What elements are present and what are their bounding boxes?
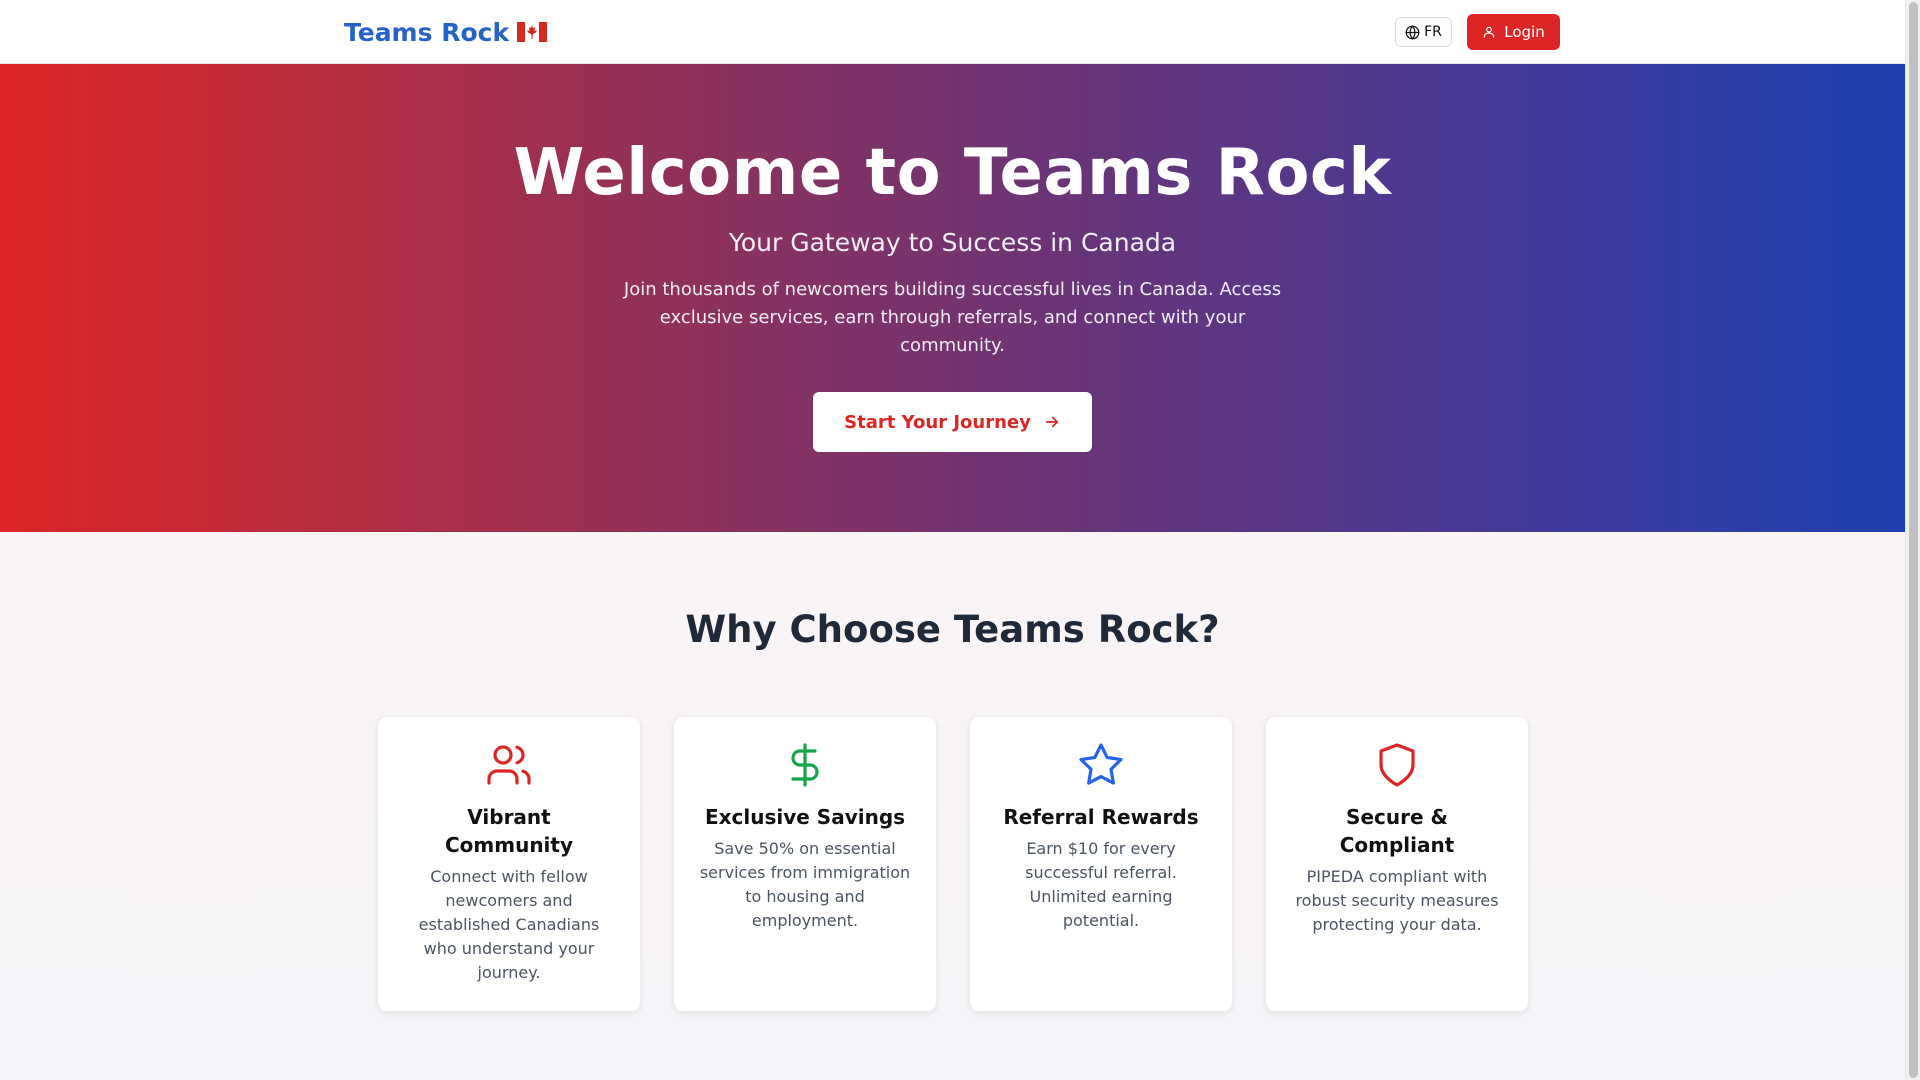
login-button[interactable]: Login [1467,14,1560,50]
scrollbar-thumb[interactable] [1909,2,1918,1078]
arrow-right-icon [1045,416,1058,428]
features-title: Why Choose Teams Rock? [685,608,1220,651]
hero-section: Welcome to Teams Rock Your Gateway to Su… [0,64,1905,532]
users-icon [487,745,531,785]
star-icon [1079,743,1123,785]
start-journey-button[interactable]: Start Your Journey [813,392,1092,452]
top-navbar: Teams Rock FR Login [0,0,1905,64]
language-toggle-button[interactable]: FR [1395,17,1452,47]
hero-title: Welcome to Teams Rock [513,136,1392,210]
hero-description: Join thousands of newcomers building suc… [623,279,1282,356]
shield-icon [1379,743,1415,787]
feature-description: Save 50% on essential services from immi… [699,839,911,930]
page: Teams Rock FR Login Welcome to Teams Roc… [0,0,1905,1080]
language-label: FR [1424,24,1442,40]
feature-title: Vibrant Community [444,805,574,857]
feature-card-community: Vibrant Community Connect with fellow ne… [377,716,641,1012]
feature-card-secure: Secure & Compliant PIPEDA compliant with… [1265,716,1529,1012]
dollar-icon [791,743,819,787]
feature-description: PIPEDA compliant with robust security me… [1295,867,1499,934]
globe-icon [1405,25,1420,39]
feature-card-savings: Exclusive Savings Save 50% on essential … [673,716,937,1012]
feature-title: Referral Rewards [1003,805,1199,829]
feature-title: Secure & Compliant [1339,805,1455,857]
feature-description: Connect with fellow newcomers and establ… [418,867,600,982]
brand-name: Teams Rock [344,17,510,47]
start-journey-label: Start Your Journey [844,411,1031,433]
feature-title: Exclusive Savings [704,805,906,829]
feature-description: Earn $10 for every successful referral. … [1025,839,1177,930]
feature-card-referral: Referral Rewards Earn $10 for every succ… [969,716,1233,1012]
login-label: Login [1504,23,1545,41]
hero-subtitle: Your Gateway to Success in Canada [728,228,1177,257]
canada-flag-icon [517,22,548,42]
brand-logo[interactable]: Teams Rock [344,14,548,50]
user-icon [1484,26,1495,38]
vertical-scrollbar[interactable] [1905,0,1920,1080]
